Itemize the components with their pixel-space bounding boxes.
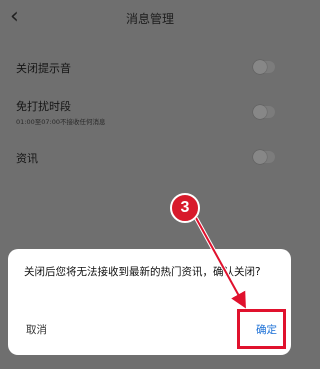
cancel-button[interactable]: 取消 bbox=[26, 322, 47, 337]
toggle-knob bbox=[253, 105, 267, 119]
baidu-watermark-logo: Baidu 经验 bbox=[180, 331, 234, 343]
news-toggle[interactable] bbox=[253, 150, 275, 164]
page-title: 消息管理 bbox=[125, 12, 174, 26]
sound-toggle[interactable] bbox=[253, 60, 275, 74]
toggle-knob bbox=[253, 60, 267, 74]
dnd-toggle[interactable] bbox=[253, 105, 275, 119]
setting-label-dnd: 免打扰时段 bbox=[16, 100, 71, 113]
setting-label-sound: 关闭提示音 bbox=[16, 62, 71, 75]
setting-label-news: 资讯 bbox=[16, 152, 38, 165]
dialog-message: 关闭后您将无法接收到最新的热门资讯，确认关闭? bbox=[24, 266, 261, 278]
step-number-badge: 3 bbox=[170, 193, 200, 223]
setting-row-news: 资讯 bbox=[0, 146, 300, 170]
confirm-highlight-box bbox=[237, 309, 286, 349]
setting-row-dnd: 免打扰时段 01:00至07:00不接收任何消息 bbox=[0, 96, 300, 130]
toggle-knob bbox=[253, 150, 267, 164]
setting-row-sound: 关闭提示音 bbox=[0, 56, 300, 80]
setting-subtitle-dnd: 01:00至07:00不接收任何消息 bbox=[16, 118, 106, 126]
